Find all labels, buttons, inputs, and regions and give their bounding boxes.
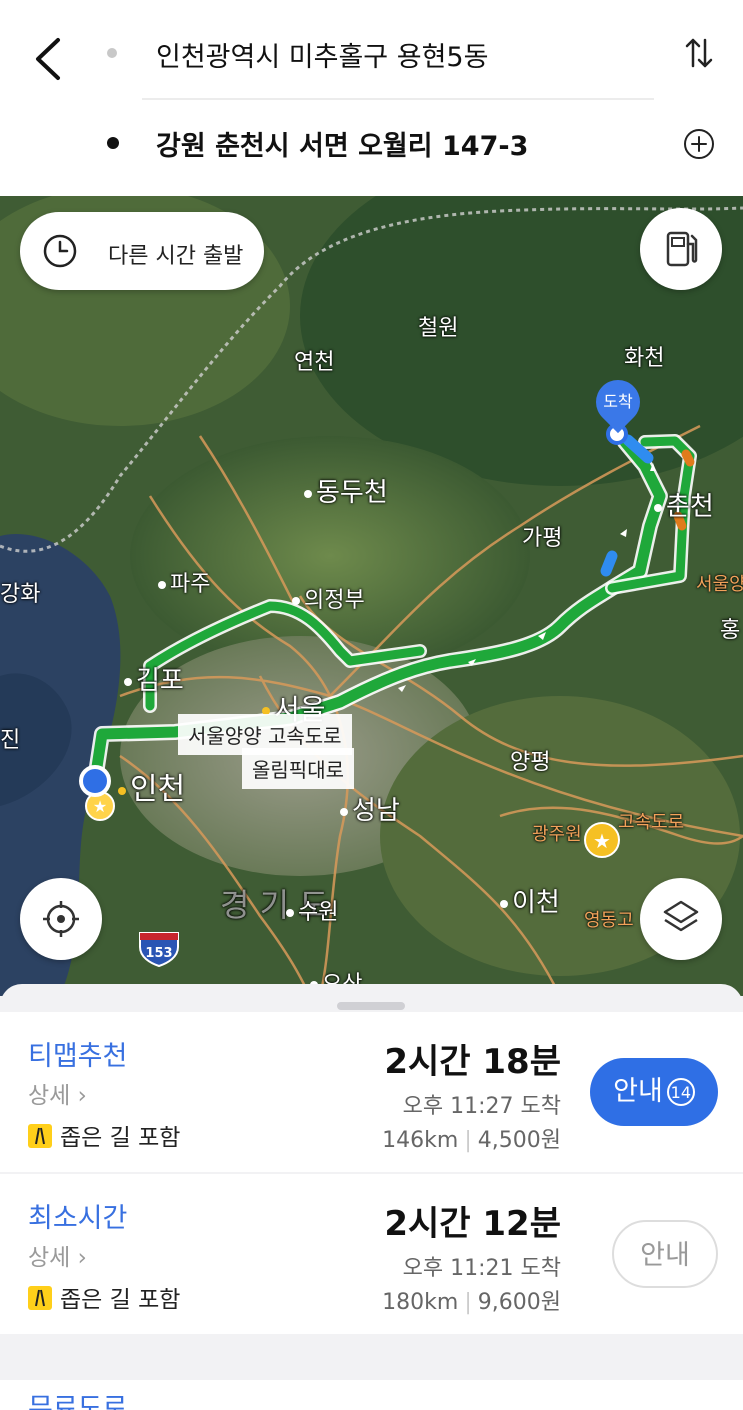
map-label: 연천 bbox=[294, 350, 335, 375]
map-label: 수원 bbox=[286, 894, 338, 926]
map-label: 철원 bbox=[418, 316, 459, 341]
route-distance-toll: 146km | 4,500원 bbox=[382, 1128, 561, 1153]
layers-icon bbox=[663, 900, 699, 932]
map-label: 인천 bbox=[118, 764, 185, 808]
fuel-pump-icon bbox=[666, 231, 698, 267]
route-name: 무료도로 bbox=[28, 1393, 128, 1410]
map-label: 파주 bbox=[158, 566, 210, 598]
map-label: 진 bbox=[0, 728, 21, 753]
route-line: ★ ★ bbox=[79, 423, 697, 968]
route-detail-link[interactable]: 상세 › bbox=[28, 1238, 87, 1272]
route-tag: 올림픽대로 bbox=[242, 748, 354, 789]
map-layers-button[interactable] bbox=[640, 878, 722, 960]
map-label: 화천 bbox=[624, 346, 665, 371]
destination-dot-icon bbox=[107, 137, 119, 149]
route-duration: 2시간 18분 bbox=[384, 1042, 561, 1082]
route-name: 최소시간 bbox=[28, 1203, 128, 1234]
highway-shield-number: 153 bbox=[145, 946, 173, 961]
route-duration: 2시간 12분 bbox=[384, 1204, 561, 1244]
map-label: 광주원 bbox=[532, 824, 582, 845]
map-label: 서울양 bbox=[696, 574, 743, 595]
map-label: 김포 bbox=[124, 660, 184, 697]
map-label: 양평 bbox=[510, 750, 551, 775]
route-count-badge: 14 bbox=[666, 1078, 695, 1106]
route-card-recommended[interactable]: 티맵추천 상세 › 좁은 길 포함 2시간 18분 오후 11:27 도착 14… bbox=[0, 1012, 743, 1172]
destination-row[interactable]: 강원 춘천시 서면 오월리 147-3 bbox=[0, 100, 743, 190]
map-label: 이천 bbox=[500, 882, 560, 919]
narrow-road-icon bbox=[28, 1124, 52, 1148]
start-navigation-button[interactable]: 안내 14 bbox=[590, 1058, 718, 1126]
crosshair-icon bbox=[43, 901, 79, 937]
map-label: 춘천 bbox=[654, 486, 714, 523]
add-waypoint-icon[interactable] bbox=[683, 128, 715, 160]
destination-address[interactable]: 강원 춘천시 서면 오월리 147-3 bbox=[156, 124, 528, 163]
route-card-free-road[interactable]: 무료도로 bbox=[0, 1380, 743, 1410]
map-label: 가평 bbox=[522, 526, 563, 551]
depart-other-time-label: 다른 시간 출발 bbox=[108, 244, 244, 269]
svg-text:★: ★ bbox=[93, 797, 107, 816]
origin-dot-icon bbox=[107, 48, 117, 58]
clock-icon bbox=[43, 234, 77, 268]
map-label: 성남 bbox=[340, 790, 400, 827]
sheet-handle[interactable] bbox=[337, 1002, 405, 1010]
map-label: 동두천 bbox=[304, 472, 388, 509]
route-distance-toll: 180km | 9,600원 bbox=[382, 1290, 561, 1315]
route-arrival: 오후 11:21 도착 bbox=[402, 1256, 561, 1281]
narrow-road-warning: 좁은 길 포함 bbox=[28, 1280, 180, 1314]
map-label: 의정부 bbox=[292, 582, 365, 614]
map-label: 홍 bbox=[720, 618, 741, 643]
narrow-road-icon bbox=[28, 1286, 52, 1310]
map-label: 영동고 bbox=[584, 910, 634, 931]
svg-text:★: ★ bbox=[593, 829, 611, 853]
narrow-road-warning: 좁은 길 포함 bbox=[28, 1118, 180, 1152]
map-label: 강화 bbox=[0, 582, 41, 607]
map-label: 고속도로 bbox=[618, 812, 685, 833]
swap-icon[interactable] bbox=[685, 36, 713, 70]
start-navigation-button[interactable]: 안내 bbox=[612, 1220, 718, 1288]
route-name: 티맵추천 bbox=[28, 1041, 128, 1072]
current-location-button[interactable] bbox=[20, 878, 102, 960]
route-options-sheet: 티맵추천 상세 › 좁은 길 포함 2시간 18분 오후 11:27 도착 14… bbox=[0, 984, 743, 1410]
route-header: 인천광역시 미추홀구 용현5동 강원 춘천시 서면 오월리 147-3 bbox=[0, 0, 743, 196]
route-arrival: 오후 11:27 도착 bbox=[402, 1094, 561, 1119]
gas-station-button[interactable] bbox=[640, 208, 722, 290]
destination-pin-label: 도착 bbox=[603, 392, 633, 411]
depart-other-time-button[interactable]: 다른 시간 출발 bbox=[20, 212, 264, 290]
route-card-fastest[interactable]: 최소시간 상세 › 좁은 길 포함 2시간 12분 오후 11:21 도착 18… bbox=[0, 1174, 743, 1334]
origin-address[interactable]: 인천광역시 미추홀구 용현5동 bbox=[156, 35, 488, 74]
route-detail-link[interactable]: 상세 › bbox=[28, 1076, 87, 1110]
origin-row[interactable]: 인천광역시 미추홀구 용현5동 bbox=[0, 8, 743, 98]
map-view[interactable]: ★ ★ 도착 철원 연천 화천 동두천 춘천 가평 강화 파주 의정부 서울양 … bbox=[0, 196, 743, 996]
